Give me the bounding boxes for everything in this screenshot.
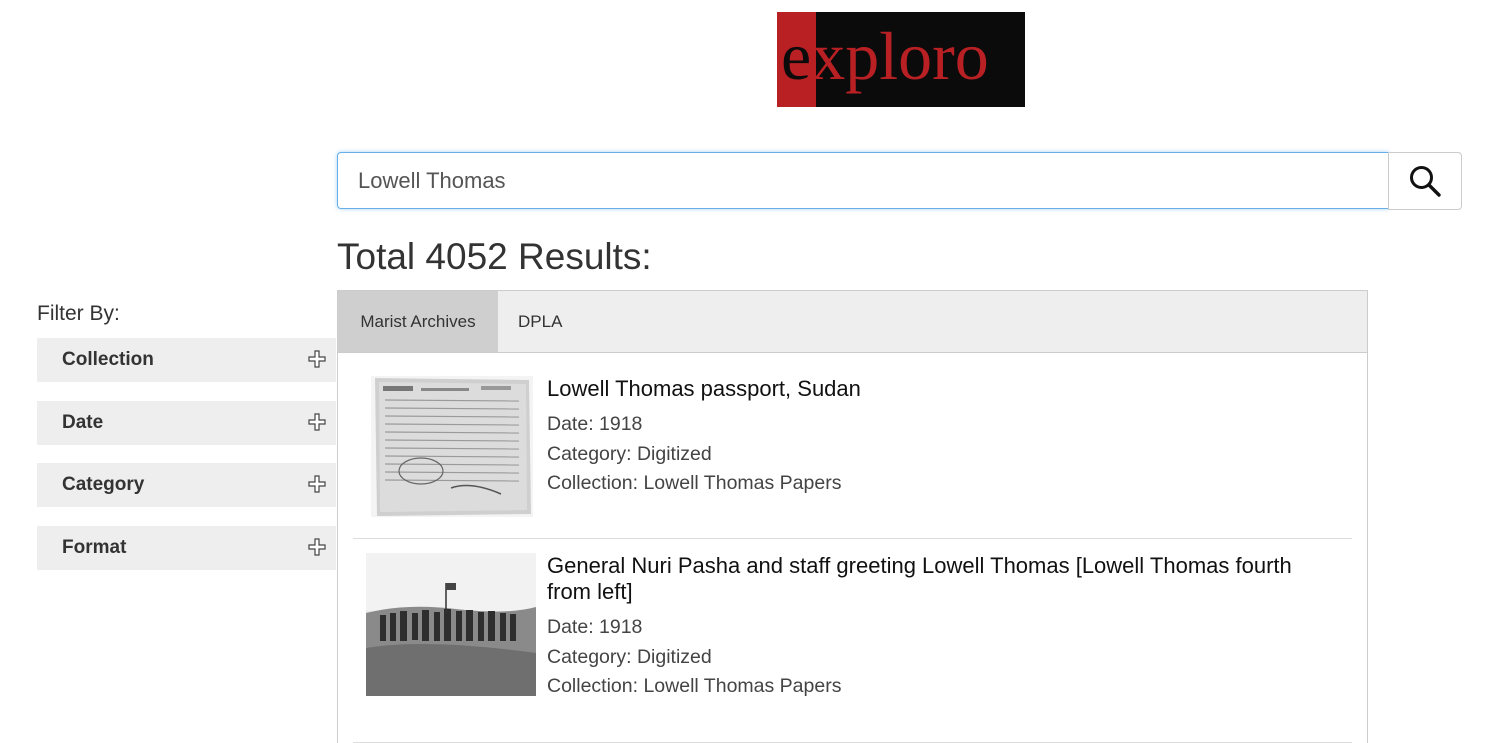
plus-icon: [308, 475, 326, 493]
source-tabs: Marist Archives DPLA: [338, 291, 1367, 353]
result-collection: Collection: Lowell Thomas Papers: [547, 675, 842, 697]
result-category: Category: Digitized: [547, 645, 712, 668]
result-date: Date: 1918: [547, 616, 643, 638]
filter-date[interactable]: Date: [37, 401, 336, 445]
result-title[interactable]: Lowell Thomas passport, Sudan: [547, 376, 1327, 402]
filter-format[interactable]: Format: [37, 526, 336, 570]
result-date: Date: 1918: [547, 413, 643, 435]
result-thumbnail-passport[interactable]: [371, 376, 533, 517]
filter-title: Filter By:: [37, 302, 120, 325]
result-thumbnail-photo[interactable]: [366, 553, 536, 696]
exploro-logo[interactable]: exploro: [777, 12, 1025, 107]
filter-label: Date: [62, 412, 104, 433]
logo-first-letter: e: [781, 18, 812, 94]
result-info: General Nuri Pasha and staff greeting Lo…: [547, 553, 1327, 702]
result-item[interactable]: Lowell Thomas passport, Sudan Date: 1918…: [353, 376, 1352, 521]
logo-wordmark: exploro: [781, 16, 989, 96]
search-icon: [1410, 166, 1441, 197]
plus-icon: [308, 538, 326, 556]
tab-marist-archives[interactable]: Marist Archives: [338, 291, 498, 352]
filter-label: Format: [62, 537, 127, 558]
result-category: Category: Digitized: [547, 442, 712, 465]
filter-label: Collection: [62, 349, 154, 370]
results-count-heading: Total 4052 Results:: [337, 236, 652, 277]
search-input[interactable]: [337, 152, 1389, 209]
result-collection: Collection: Lowell Thomas Papers: [547, 472, 842, 494]
result-info: Lowell Thomas passport, Sudan Date: 1918…: [547, 376, 1327, 499]
result-title[interactable]: General Nuri Pasha and staff greeting Lo…: [547, 553, 1327, 605]
filter-category[interactable]: Category: [37, 463, 336, 507]
plus-icon: [308, 413, 326, 431]
filter-collection[interactable]: Collection: [37, 338, 336, 382]
plus-icon: [308, 350, 326, 368]
logo-rest-letters: xploro: [811, 18, 989, 94]
result-divider: [353, 538, 1352, 539]
filter-label: Category: [62, 474, 145, 495]
results-panel: Marist Archives DPLA Lowell Thomas passp…: [337, 290, 1368, 743]
result-item[interactable]: General Nuri Pasha and staff greeting Lo…: [353, 553, 1352, 713]
tab-dpla[interactable]: DPLA: [498, 291, 578, 352]
search-button[interactable]: [1388, 152, 1462, 210]
